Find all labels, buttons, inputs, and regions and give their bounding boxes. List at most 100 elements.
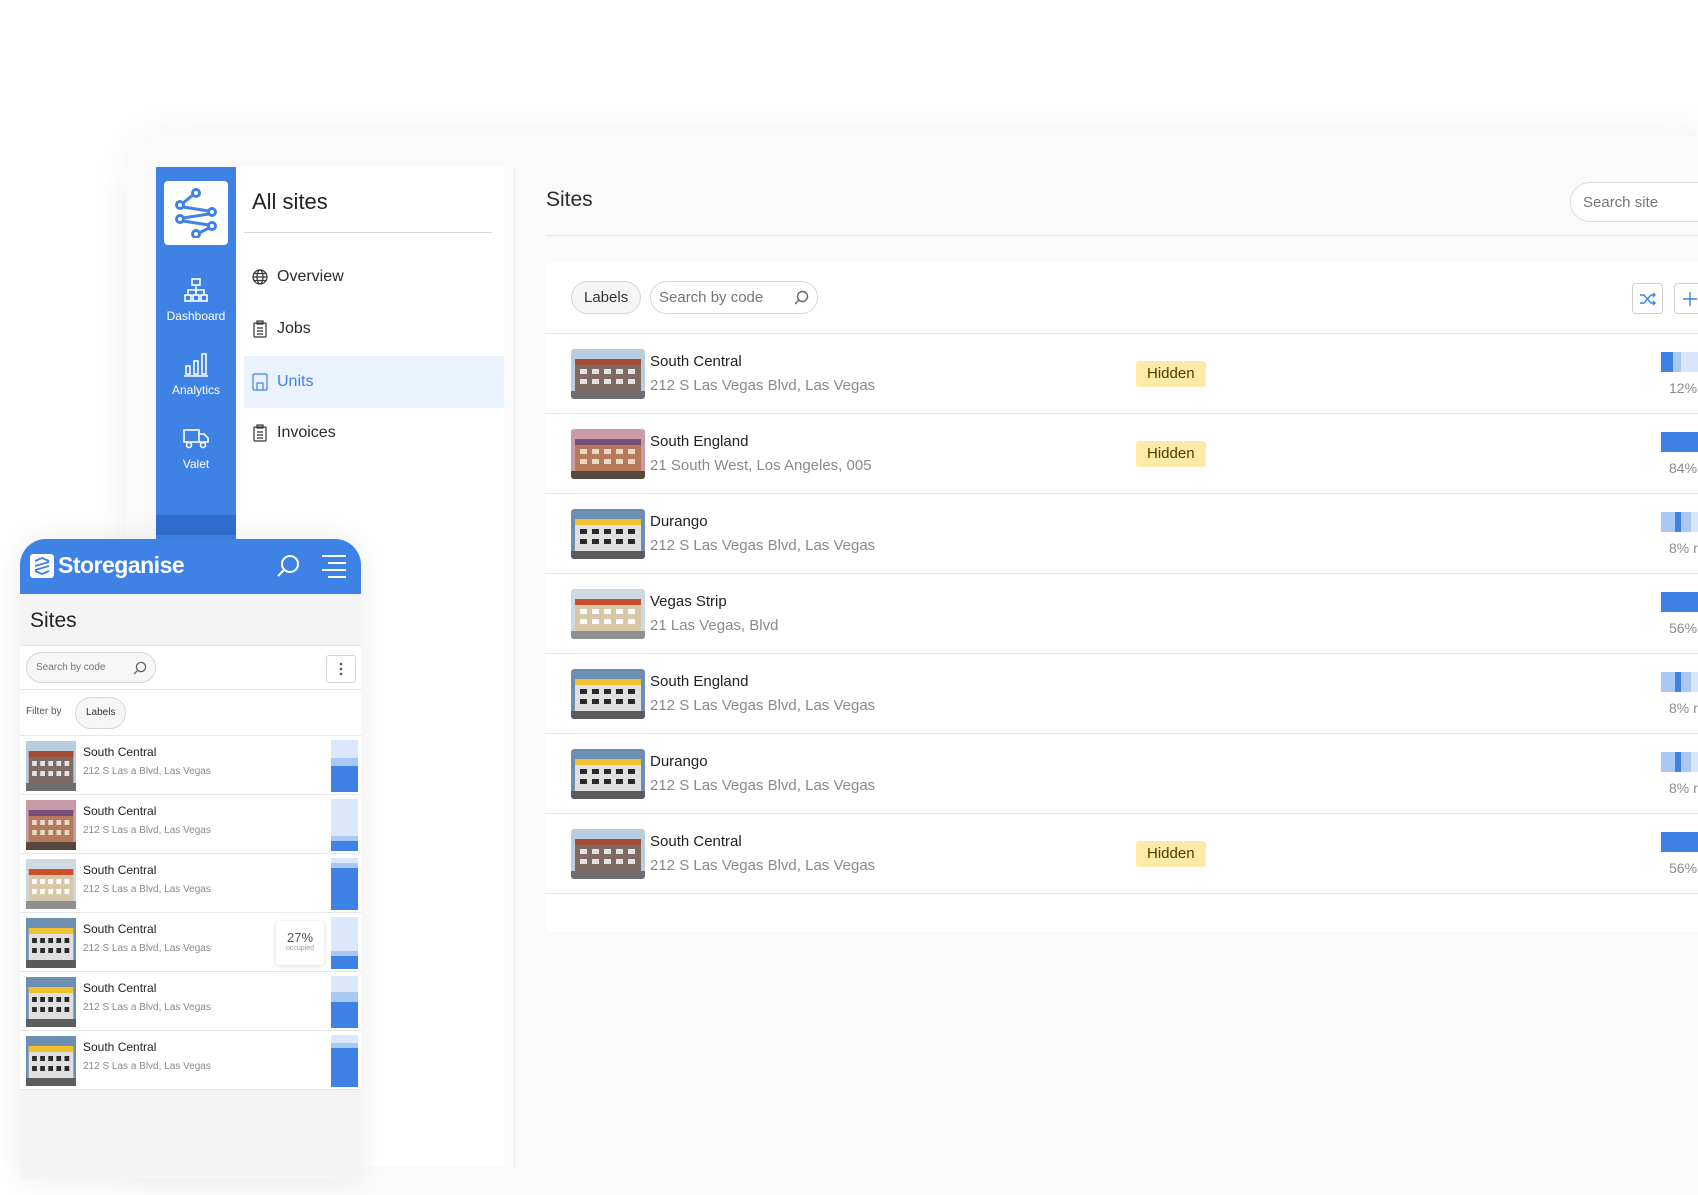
occupancy-label: 84% oc: [1669, 460, 1698, 476]
mobile-labels-chip[interactable]: Labels: [75, 697, 127, 729]
plus-icon: [1682, 291, 1697, 306]
site-thumbnail: [571, 829, 645, 879]
mobile-brand-logo[interactable]: Storeganise: [30, 552, 185, 579]
rail-label-analytics: Analytics: [171, 383, 221, 397]
submenu-item-overview[interactable]: Overview: [244, 251, 504, 303]
occupied-fill: [1675, 672, 1681, 692]
submenu-label: Invoices: [277, 424, 336, 441]
site-address: 212 S Las Vegas Blvd, Las Vegas: [650, 377, 876, 394]
site-row[interactable]: Vegas Strip 21 Las Vegas, Blvd 56% oc: [545, 574, 1698, 654]
mobile-brand-name: Storeganise: [58, 552, 185, 578]
site-address: 212 S Las Vegas Blvd, Las Vegas: [650, 777, 876, 794]
truck-icon: [183, 429, 209, 449]
occupancy-bar: [1661, 832, 1698, 852]
occupied-fill: [331, 1048, 358, 1087]
site-name[interactable]: Vegas Strip: [650, 593, 727, 610]
search-icon[interactable]: [275, 553, 301, 579]
network-logo-icon: [175, 188, 217, 238]
reserved-fill: [331, 758, 358, 766]
mobile-frame: Storeganise Sites Filter by Labels: [20, 539, 361, 1179]
site-thumbnail: [571, 589, 645, 639]
site-name[interactable]: South Central: [650, 353, 742, 370]
site-name[interactable]: Durango: [650, 513, 708, 530]
bar-chart-icon: [184, 353, 208, 377]
rail-item-valet[interactable]: Valet: [156, 425, 236, 471]
occupancy-bar: [1661, 752, 1698, 772]
occupancy-label: 8% res: [1669, 700, 1698, 716]
app-logo[interactable]: [164, 181, 228, 245]
hidden-badge: Hidden: [1136, 361, 1206, 387]
labels-filter-chip[interactable]: Labels: [571, 281, 642, 314]
site-name[interactable]: South Central: [83, 804, 156, 818]
mobile-site-row[interactable]: South Central 212 S Las a Blvd, Las Vega…: [20, 736, 361, 795]
site-thumbnail: [571, 669, 645, 719]
divider: [514, 167, 515, 1167]
desktop-frame: Dashboard Analytics Valet All sites Over…: [126, 135, 1698, 1195]
occupancy-bar: [331, 1035, 358, 1087]
site-row[interactable]: Durango 212 S Las Vegas Blvd, Las Vegas …: [545, 734, 1698, 814]
search-icon: [794, 290, 809, 305]
site-row[interactable]: South England 21 South West, Los Angeles…: [545, 414, 1698, 494]
site-name[interactable]: South England: [650, 433, 748, 450]
occupancy-bar: [1661, 672, 1698, 692]
more-options-button[interactable]: [326, 655, 356, 683]
site-name[interactable]: South England: [650, 673, 748, 690]
mobile-site-row[interactable]: South Central 212 S Las a Blvd, Las Vega…: [20, 913, 361, 972]
code-search-input[interactable]: [651, 282, 781, 313]
submenu-label: Overview: [277, 268, 344, 285]
site-thumbnail: [571, 749, 645, 799]
submenu-item-jobs[interactable]: Jobs: [244, 303, 504, 355]
sites-toolbar: Labels: [545, 262, 1698, 334]
site-name[interactable]: South Central: [83, 922, 156, 936]
occupancy-bar: [1661, 432, 1698, 452]
page-title: Sites: [546, 188, 593, 211]
submenu-item-invoices[interactable]: Invoices: [244, 407, 504, 459]
submenu-item-units[interactable]: Units: [244, 356, 504, 408]
mobile-site-row[interactable]: South Central 212 S Las a Blvd, Las Vega…: [20, 854, 361, 913]
submenu-label: Units: [277, 373, 314, 390]
site-thumbnail: [571, 509, 645, 559]
mobile-site-row[interactable]: South Central 212 S Las a Blvd, Las Vega…: [20, 1031, 361, 1090]
site-name[interactable]: South Central: [83, 981, 156, 995]
site-row[interactable]: Durango 212 S Las Vegas Blvd, Las Vegas …: [545, 494, 1698, 574]
site-name[interactable]: South Central: [650, 833, 742, 850]
occupied-fill: [331, 841, 358, 851]
rail-active-indicator: [156, 515, 236, 535]
occupancy-label: 8% res: [1669, 780, 1698, 796]
occupancy-label: 56% oc: [1669, 620, 1698, 636]
rail-label-dashboard: Dashboard: [166, 309, 226, 323]
site-name[interactable]: South Central: [83, 1040, 156, 1054]
mobile-code-search-input[interactable]: [27, 653, 123, 682]
menu-icon[interactable]: [320, 553, 348, 579]
search-site-input[interactable]: [1570, 182, 1698, 222]
occupancy-bar: [331, 858, 358, 910]
occupancy-bar: [1661, 592, 1698, 612]
mobile-site-row[interactable]: South Central 212 S Las a Blvd, Las Vega…: [20, 972, 361, 1031]
occupied-fill: [331, 868, 358, 910]
rail-item-analytics[interactable]: Analytics: [156, 351, 236, 397]
site-row[interactable]: South Central 212 S Las Vegas Blvd, Las …: [545, 814, 1698, 894]
site-thumbnail: [26, 859, 76, 909]
site-thumbnail: [26, 977, 76, 1027]
clipboard-icon: [253, 320, 267, 338]
site-row[interactable]: South Central 212 S Las Vegas Blvd, Las …: [545, 334, 1698, 414]
site-address: 212 S Las a Blvd, Las Vegas: [83, 766, 211, 777]
sites-card: Labels Search by code South Central 212 …: [545, 262, 1698, 932]
site-row[interactable]: South England 212 S Las Vegas Blvd, Las …: [545, 654, 1698, 734]
site-thumbnail: [26, 918, 76, 968]
occupancy-bar: [331, 799, 358, 851]
door-icon: [252, 373, 268, 391]
add-site-button[interactable]: [1674, 283, 1698, 314]
mobile-filter-bar: Filter by Labels: [20, 690, 361, 736]
site-name[interactable]: South Central: [83, 863, 156, 877]
occupancy-bar: [331, 740, 358, 792]
site-address: 212 S Las a Blvd, Las Vegas: [83, 1061, 211, 1072]
occupied-fill: [1661, 352, 1673, 372]
site-name[interactable]: South Central: [83, 745, 156, 759]
occupancy-label: 8% res: [1669, 540, 1698, 556]
rail-item-dashboard[interactable]: Dashboard: [156, 277, 236, 323]
mobile-site-row[interactable]: South Central 212 S Las a Blvd, Las Vega…: [20, 795, 361, 854]
shuffle-button[interactable]: [1632, 283, 1663, 314]
site-name[interactable]: Durango: [650, 753, 708, 770]
site-address: 212 S Las Vegas Blvd, Las Vegas: [650, 857, 876, 874]
